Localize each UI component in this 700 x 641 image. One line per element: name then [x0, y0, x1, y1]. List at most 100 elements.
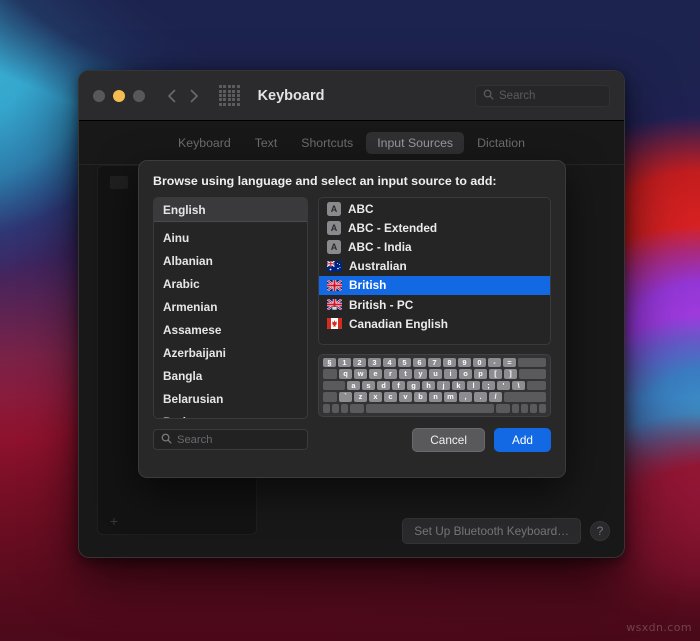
language-row-arabic[interactable]: Arabic	[154, 272, 307, 295]
key-command-right	[496, 403, 510, 414]
zoom-button-icon[interactable]	[133, 89, 145, 102]
language-row-assamese[interactable]: Assamese	[154, 318, 307, 341]
key-a: a	[347, 380, 360, 391]
key-i: i	[444, 369, 457, 379]
keyboard-row-home: a s d f g h j k l ; ' \	[323, 380, 546, 391]
key-slash: /	[489, 392, 502, 402]
show-all-grid-icon[interactable]	[219, 85, 240, 106]
input-source-row-british-pc[interactable]: British - PC	[319, 295, 550, 314]
language-row-azerbaijani[interactable]: Azerbaijani	[154, 341, 307, 364]
key-comma: ,	[459, 392, 472, 402]
forward-chevron-icon[interactable]	[190, 89, 199, 103]
close-button-icon[interactable]	[93, 89, 105, 102]
watermark: wsxdn.com	[626, 621, 692, 634]
input-source-list[interactable]: A ABC A ABC - Extended A ABC - India Aus…	[318, 197, 551, 345]
key-e: e	[369, 369, 382, 379]
key-return	[519, 369, 546, 379]
key-s: s	[362, 380, 375, 391]
abc-badge-icon: A	[327, 220, 341, 235]
key-tab	[323, 369, 337, 379]
language-search-field[interactable]: Search	[153, 429, 308, 450]
key-backtick: `	[339, 392, 352, 402]
window-footer: Set Up Bluetooth Keyboard… ?	[79, 505, 624, 557]
abc-badge-icon: A	[327, 201, 341, 216]
key-fn	[323, 403, 330, 414]
flag-uk-icon	[327, 299, 342, 311]
sheet-body: English Ainu Albanian Arabic Armenian As…	[153, 197, 551, 452]
key-0: 0	[473, 358, 486, 368]
key-shift-right	[504, 392, 546, 402]
key-minus: -	[488, 358, 501, 368]
tab-shortcuts[interactable]: Shortcuts	[290, 132, 364, 154]
key-control	[332, 403, 339, 414]
key-command-left	[350, 403, 364, 414]
help-button[interactable]: ?	[590, 521, 610, 541]
tab-dictation[interactable]: Dictation	[466, 132, 536, 154]
input-source-row-british[interactable]: British	[319, 275, 550, 295]
tab-text[interactable]: Text	[244, 132, 289, 154]
language-search-placeholder: Search	[177, 433, 213, 446]
key-l: l	[467, 380, 480, 391]
keyboard-row-number: § 1 2 3 4 5 6 7 8 9 0 - =	[323, 358, 546, 368]
search-icon	[161, 431, 172, 449]
input-source-row-canadian-english[interactable]: Canadian English	[319, 314, 550, 333]
key-delete	[518, 358, 546, 368]
input-source-row-abc-india[interactable]: A ABC - India	[319, 237, 550, 256]
key-5: 5	[398, 358, 411, 368]
language-row-bodo[interactable]: Bodo	[154, 410, 307, 419]
key-arrow-left	[521, 403, 528, 414]
keyboard-row-bottom: ` z x c v b n m , . /	[323, 392, 546, 402]
input-source-label: ABC - Extended	[348, 220, 438, 235]
flag-canada-icon	[327, 318, 342, 330]
key-j: j	[437, 380, 450, 391]
set-up-bluetooth-keyboard-button[interactable]: Set Up Bluetooth Keyboard…	[402, 518, 581, 544]
language-row-bangla[interactable]: Bangla	[154, 364, 307, 387]
flag-australia-icon	[327, 260, 342, 272]
language-row-english[interactable]: English	[154, 198, 307, 222]
language-column: English Ainu Albanian Arabic Armenian As…	[153, 197, 308, 452]
key-h: h	[422, 380, 435, 391]
tab-keyboard[interactable]: Keyboard	[167, 132, 242, 154]
input-source-row-abc-extended[interactable]: A ABC - Extended	[319, 218, 550, 237]
preferences-tab-bar: Keyboard Text Shortcuts Input Sources Di…	[79, 121, 624, 165]
cancel-button[interactable]: Cancel	[412, 428, 485, 452]
key-equals: =	[503, 358, 516, 368]
key-option-left	[341, 403, 348, 414]
back-chevron-icon[interactable]	[167, 89, 176, 103]
language-row-ainu[interactable]: Ainu	[154, 226, 307, 249]
add-button[interactable]: Add	[494, 428, 551, 452]
key-quote: '	[497, 380, 510, 391]
input-source-label: Australian	[349, 259, 407, 274]
key-p: p	[474, 369, 487, 379]
key-1: 1	[338, 358, 351, 368]
key-option-right	[512, 403, 519, 414]
key-return-tail	[527, 380, 546, 391]
key-2: 2	[353, 358, 366, 368]
language-row-albanian[interactable]: Albanian	[154, 249, 307, 272]
key-arrow-updown	[530, 403, 537, 414]
language-row-belarusian[interactable]: Belarusian	[154, 387, 307, 410]
keyboard-row-top: q w e r t y u i o p [ ]	[323, 369, 546, 379]
add-input-source-sheet: Browse using language and select an inpu…	[138, 160, 566, 478]
flag-icon	[110, 176, 128, 189]
input-source-row-abc[interactable]: A ABC	[319, 199, 550, 218]
tab-input-sources[interactable]: Input Sources	[366, 132, 465, 154]
input-source-row-australian[interactable]: Australian	[319, 257, 550, 276]
key-k: k	[452, 380, 465, 391]
keyboard-layout-preview: § 1 2 3 4 5 6 7 8 9 0 - = q w e r t y u …	[318, 354, 551, 417]
key-y: y	[414, 369, 427, 379]
language-row-armenian[interactable]: Armenian	[154, 295, 307, 318]
language-list[interactable]: English Ainu Albanian Arabic Armenian As…	[153, 197, 308, 419]
window-title: Keyboard	[257, 87, 325, 104]
sheet-title: Browse using language and select an inpu…	[153, 174, 497, 188]
minimize-button-icon[interactable]	[113, 89, 125, 102]
window-search-field[interactable]: Search	[475, 85, 610, 107]
key-f: f	[392, 380, 405, 391]
key-backslash: \	[512, 380, 525, 391]
key-shift-left	[323, 392, 337, 402]
key-o: o	[459, 369, 472, 379]
abc-badge-icon: A	[327, 239, 341, 254]
key-7: 7	[428, 358, 441, 368]
key-space	[366, 403, 494, 414]
key-r: r	[384, 369, 397, 379]
